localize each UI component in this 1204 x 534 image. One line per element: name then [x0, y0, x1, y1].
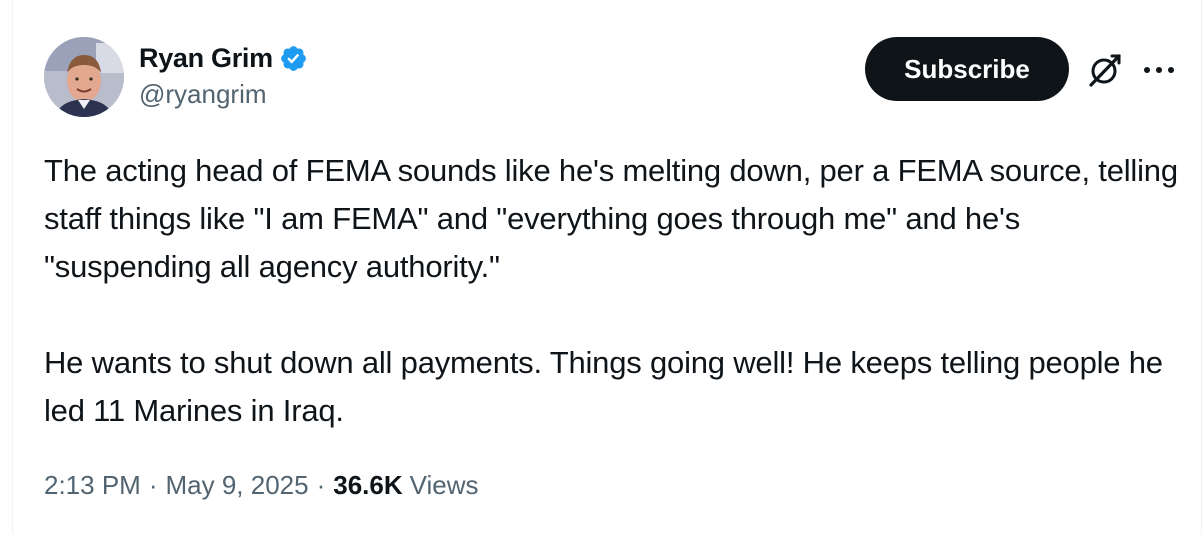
tweet-meta: 2:13 PM · May 9, 2025 · 36.6K Views	[44, 470, 479, 501]
display-name[interactable]: Ryan Grim	[139, 43, 273, 74]
user-handle[interactable]: @ryangrim	[139, 79, 308, 110]
views-label[interactable]: Views	[410, 470, 479, 501]
tweet-paragraph: The acting head of FEMA sounds like he's…	[44, 153, 1178, 284]
author-block: Ryan Grim @ryangrim	[139, 39, 308, 110]
name-row: Ryan Grim	[139, 39, 308, 77]
meta-separator: ·	[316, 470, 326, 500]
avatar-photo	[44, 37, 124, 117]
avatar[interactable]	[44, 37, 124, 117]
tweet-paragraph: He wants to shut down all payments. Thin…	[44, 345, 1163, 428]
tweet-text: The acting head of FEMA sounds like he's…	[44, 147, 1184, 435]
grok-icon[interactable]	[1085, 50, 1125, 90]
tweet-date[interactable]: May 9, 2025	[166, 470, 309, 501]
views-count[interactable]: 36.6K	[333, 470, 402, 501]
tweet-time[interactable]: 2:13 PM	[44, 470, 141, 501]
verified-badge-icon[interactable]	[279, 44, 308, 73]
meta-separator: ·	[148, 470, 158, 500]
more-icon[interactable]	[1139, 52, 1179, 88]
tweet-card: Ryan Grim @ryangrim Subscribe The acting…	[12, 0, 1202, 534]
subscribe-button[interactable]: Subscribe	[865, 37, 1069, 101]
